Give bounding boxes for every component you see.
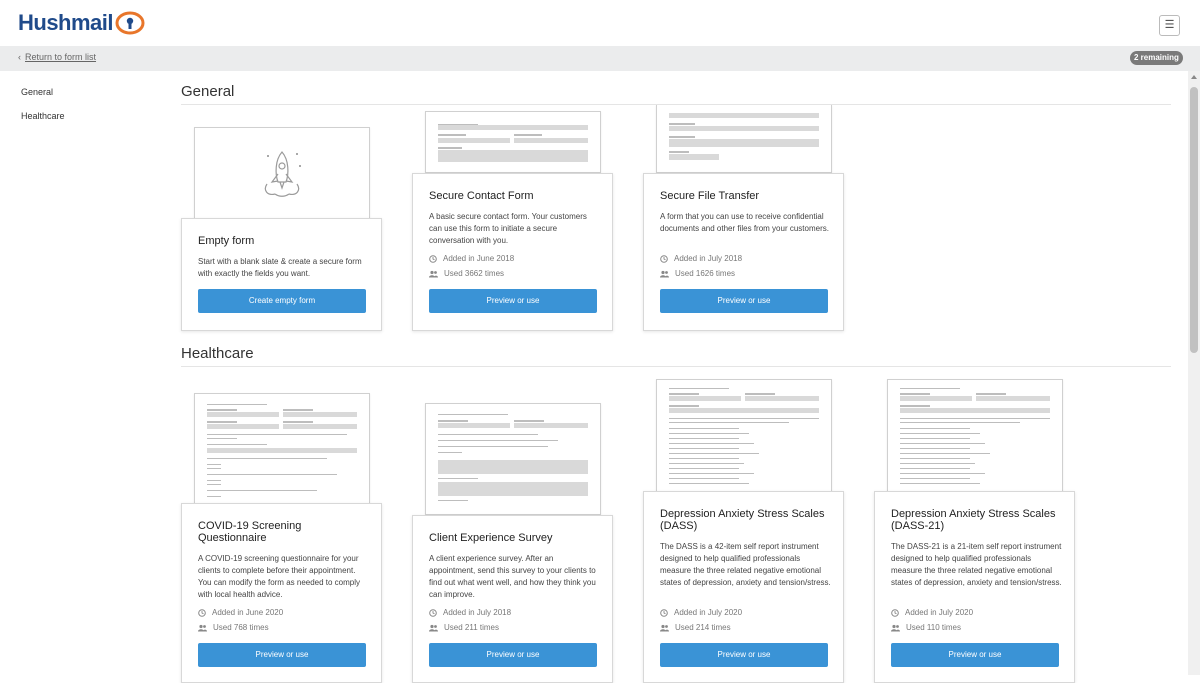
top-bar: Hushmail ☰ (0, 0, 1200, 46)
usage-label: Used 110 times (906, 623, 961, 632)
sidebar-item-healthcare[interactable]: Healthcare (21, 111, 65, 121)
form-card-file: Secure File Transfer A form that you can… (643, 173, 844, 331)
create-empty-form-button[interactable]: Create empty form (198, 289, 366, 313)
added-label: Added in July 2018 (443, 608, 512, 617)
sidebar-item-general[interactable]: General (21, 87, 53, 97)
usage-label: Used 1626 times (675, 269, 736, 278)
preview-or-use-button[interactable]: Preview or use (660, 643, 828, 667)
form-preview-survey (425, 403, 601, 515)
clock-icon (660, 254, 668, 263)
users-icon (660, 270, 669, 277)
users-icon (429, 624, 438, 631)
preview-or-use-button[interactable]: Preview or use (660, 289, 828, 313)
card-description: A basic secure contact form. Your custom… (429, 212, 587, 245)
usage-count: Used 110 times (891, 623, 961, 632)
usage-count: Used 211 times (429, 623, 499, 632)
card-title: Secure File Transfer (660, 190, 760, 202)
users-icon (660, 624, 669, 631)
card-description: A COVID-19 screening questionnaire for y… (198, 554, 361, 599)
form-card-dass21: Depression Anxiety Stress Scales (DASS-2… (874, 491, 1075, 683)
form-preview-file (656, 105, 832, 173)
section-title-general: General (181, 83, 235, 100)
card-description: Start with a blank slate & create a secu… (198, 257, 362, 278)
lock-icon (115, 11, 145, 35)
usage-count: Used 214 times (660, 623, 731, 632)
usage-count: Used 3662 times (429, 269, 504, 278)
clock-icon (429, 254, 437, 263)
sub-bar: ‹ Return to form list 2 remaining (0, 46, 1200, 71)
sidebar: General Healthcare (0, 71, 160, 675)
back-link-label: Return to form list (25, 52, 97, 62)
card-description: The DASS is a 42-item self report instru… (660, 542, 831, 587)
added-date: Added in June 2020 (198, 608, 283, 617)
preview-or-use-button[interactable]: Preview or use (429, 643, 597, 667)
clock-icon (660, 608, 668, 617)
preview-or-use-button[interactable]: Preview or use (429, 289, 597, 313)
scroll-thumb[interactable] (1190, 87, 1198, 353)
back-link[interactable]: ‹ Return to form list (18, 52, 96, 62)
preview-or-use-button[interactable]: Preview or use (891, 643, 1059, 667)
form-card-empty: Empty form Start with a blank slate & cr… (181, 218, 382, 331)
card-description: A client experience survey. After an app… (429, 554, 596, 599)
card-title: Depression Anxiety Stress Scales (DASS-2… (891, 508, 1056, 532)
hamburger-icon: ☰ (1164, 19, 1175, 31)
usage-count: Used 768 times (198, 623, 269, 632)
form-preview-dass (656, 379, 832, 493)
rocket-icon (264, 151, 301, 197)
card-title: Depression Anxiety Stress Scales (DASS) (660, 508, 825, 532)
menu-button[interactable]: ☰ (1159, 15, 1180, 36)
form-card-contact: Secure Contact Form A basic secure conta… (412, 173, 613, 331)
form-card-covid: COVID-19 Screening Questionnaire A COVID… (181, 503, 382, 683)
added-label: Added in June 2020 (212, 608, 284, 617)
logo-text: Hushmail (18, 10, 114, 35)
users-icon (429, 270, 438, 277)
usage-label: Used 768 times (213, 623, 269, 632)
card-description: A form that you can use to receive confi… (660, 212, 829, 233)
card-title: Empty form (198, 235, 255, 247)
card-title: COVID-19 Screening Questionnaire (198, 520, 302, 544)
form-preview-dass21 (887, 379, 1063, 493)
hushmail-logo[interactable]: Hushmail (18, 8, 145, 38)
added-label: Added in July 2020 (674, 608, 743, 617)
card-title: Client Experience Survey (429, 532, 553, 544)
form-preview-covid (194, 393, 370, 505)
form-card-dass: Depression Anxiety Stress Scales (DASS) … (643, 491, 844, 683)
added-label: Added in June 2018 (443, 254, 515, 263)
card-title: Secure Contact Form (429, 190, 534, 202)
added-label: Added in July 2020 (905, 608, 974, 617)
added-date: Added in July 2018 (429, 608, 511, 617)
usage-label: Used 214 times (675, 623, 731, 632)
clock-icon (429, 608, 437, 617)
clock-icon (198, 608, 206, 617)
card-description: The DASS-21 is a 21-item self report ins… (891, 542, 1062, 587)
clock-icon (891, 608, 899, 617)
added-date: Added in July 2020 (891, 608, 973, 617)
usage-label: Used 3662 times (444, 269, 505, 278)
added-date: Added in June 2018 (429, 254, 514, 263)
added-date: Added in July 2020 (660, 608, 742, 617)
users-icon (198, 624, 207, 631)
added-label: Added in July 2018 (674, 254, 743, 263)
section-title-healthcare: Healthcare (181, 345, 254, 362)
section-divider (181, 366, 1171, 367)
preview-or-use-button[interactable]: Preview or use (198, 643, 366, 667)
remaining-badge: 2 remaining (1130, 51, 1183, 65)
form-preview-contact (425, 111, 601, 173)
added-date: Added in July 2018 (660, 254, 742, 263)
usage-label: Used 211 times (444, 623, 499, 632)
scroll-up-arrow-icon[interactable] (1191, 75, 1197, 79)
usage-count: Used 1626 times (660, 269, 735, 278)
users-icon (891, 624, 900, 631)
main-content: General Empty form Start with a blank sl… (160, 71, 1190, 683)
form-card-survey: Client Experience Survey A client experi… (412, 515, 613, 683)
chevron-left-icon: ‹ (18, 52, 21, 62)
vertical-scrollbar[interactable] (1188, 71, 1200, 675)
